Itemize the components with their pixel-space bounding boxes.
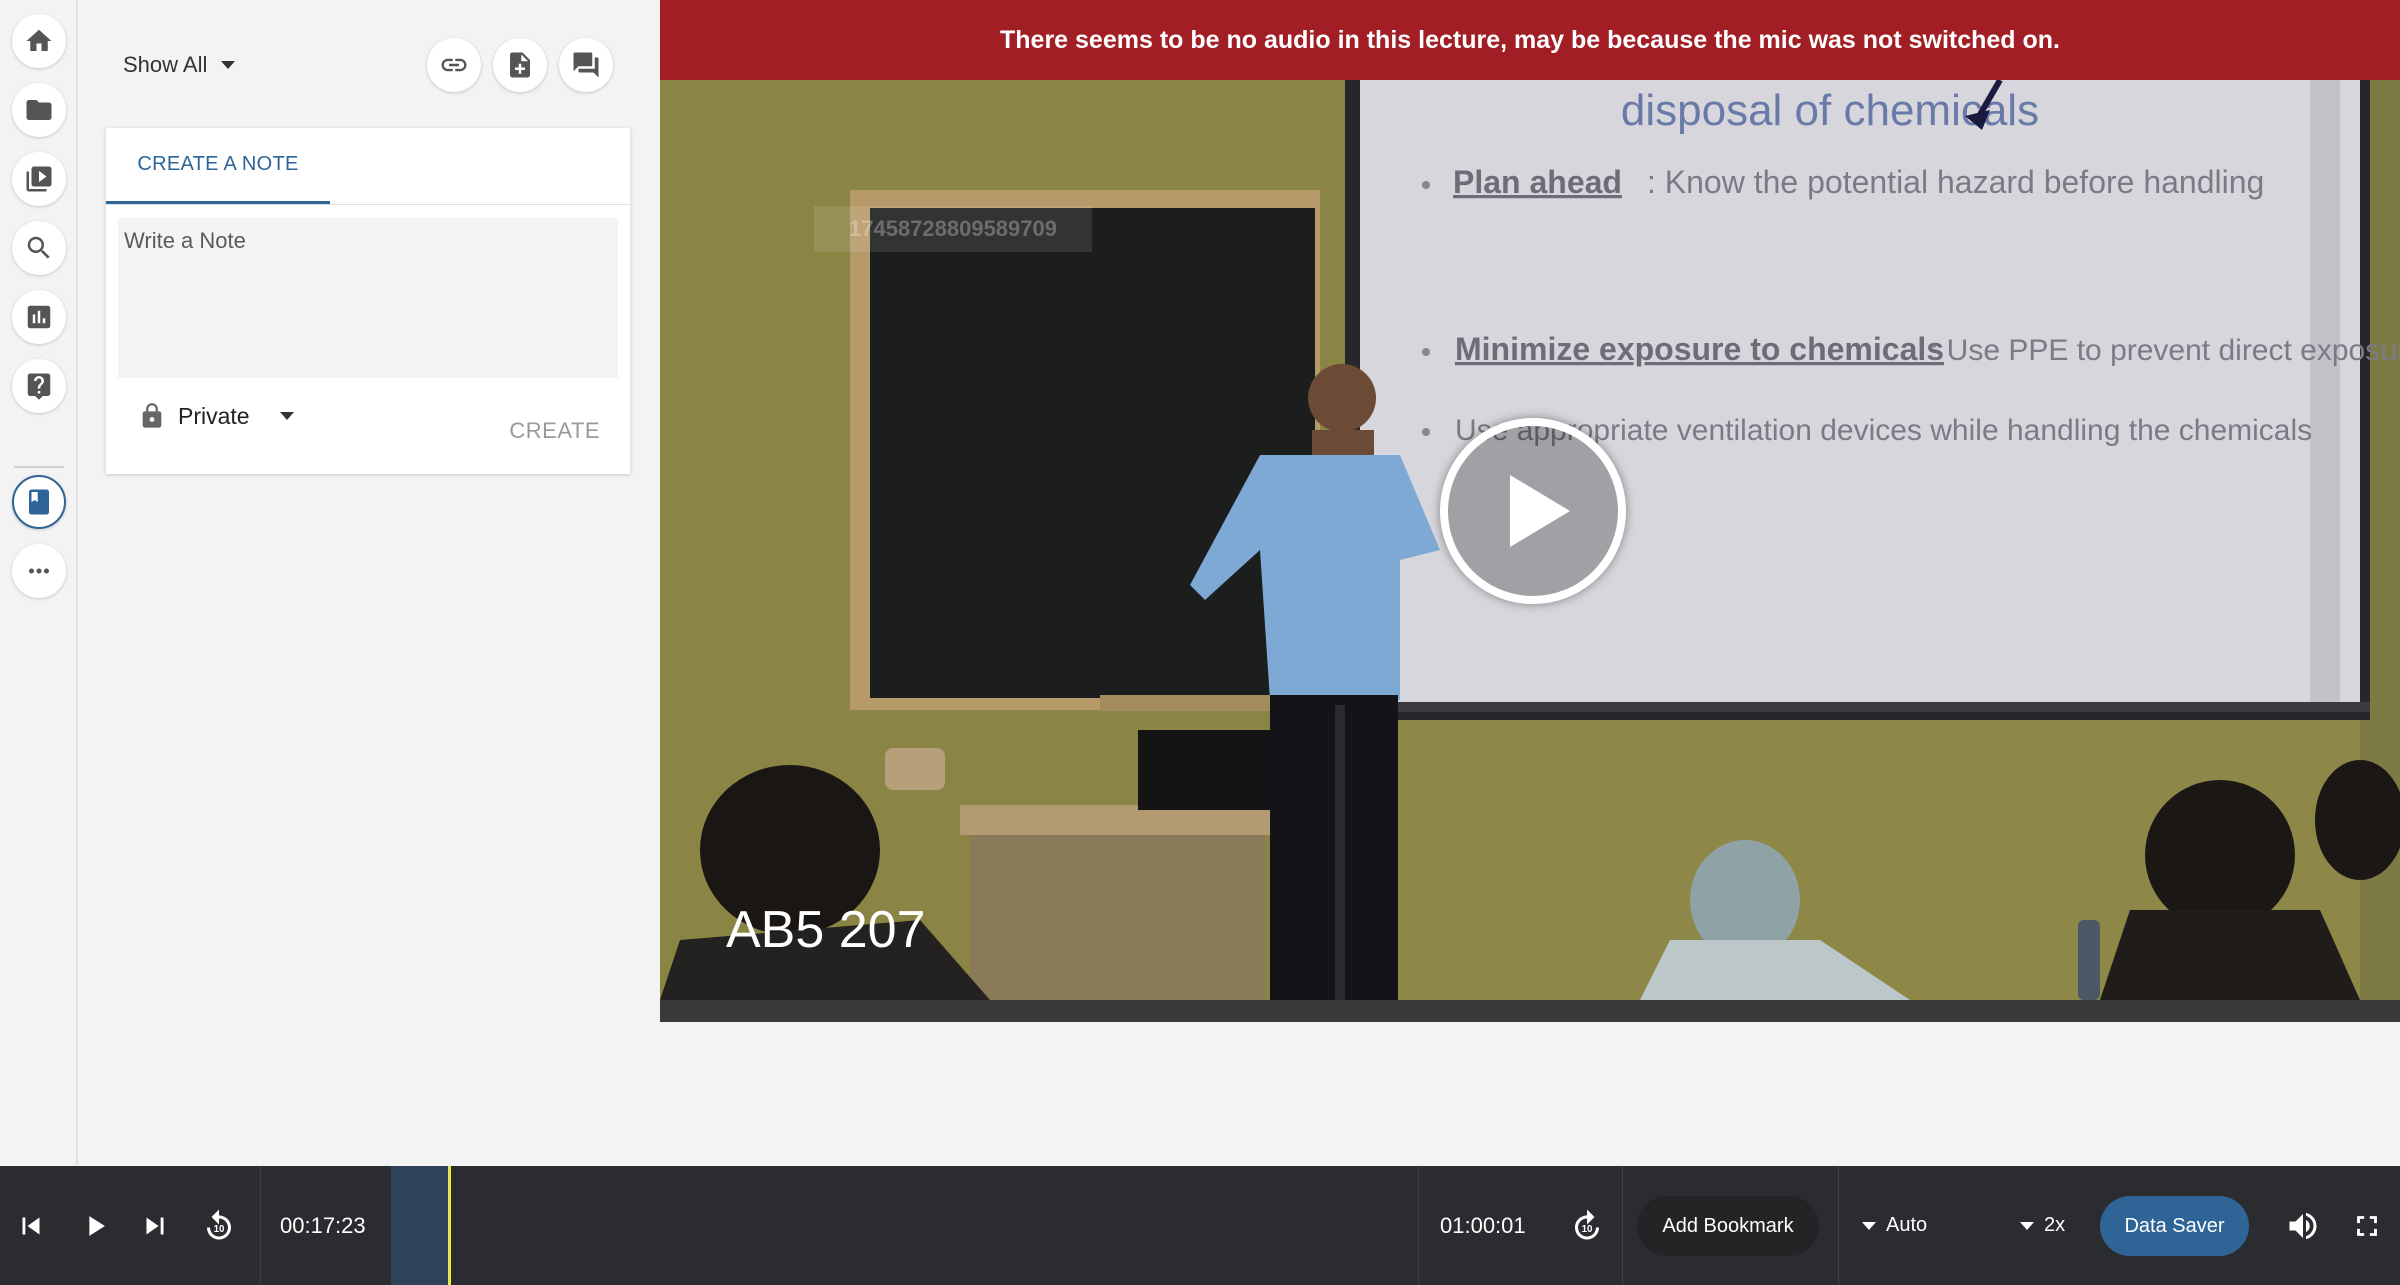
more-icon[interactable]	[12, 544, 66, 598]
slide-item-2-text: : Use PPE to prevent direct exposure to …	[1930, 334, 2400, 367]
notes-filter-label: Show All	[123, 52, 208, 77]
home-icon[interactable]	[12, 14, 66, 68]
controls-divider	[1418, 1166, 1419, 1285]
fullscreen-icon[interactable]	[2344, 1166, 2390, 1285]
search-icon[interactable]	[12, 221, 66, 275]
create-note-card: CREATE A NOTE Private CREATE	[106, 128, 630, 474]
analytics-icon[interactable]	[12, 290, 66, 344]
chevron-down-icon	[1862, 1221, 1876, 1230]
tab-create-note[interactable]: CREATE A NOTE	[106, 128, 330, 204]
volume-icon[interactable]	[2280, 1166, 2326, 1285]
no-audio-banner: There seems to be no audio in this lectu…	[660, 0, 2400, 80]
slide-item-1-text: : Know the potential hazard before handl…	[1647, 164, 2264, 200]
help-icon[interactable]	[12, 359, 66, 413]
slide-item-1-heading: Plan ahead	[1453, 164, 1622, 200]
chevron-down-icon	[2020, 1221, 2034, 1230]
slide-item-2-heading: Minimize exposure to chemicals	[1455, 331, 1944, 367]
room-label: AB5 207	[726, 901, 926, 959]
left-rail	[0, 0, 78, 1165]
add-bookmark-button[interactable]: Add Bookmark	[1637, 1196, 1819, 1256]
forward-seconds: 10	[1582, 1224, 1593, 1235]
folder-icon[interactable]	[12, 83, 66, 137]
rewind-10-icon[interactable]: 10	[196, 1166, 242, 1285]
notes-panel: Show All CREATE A NOTE Private CREATE	[80, 0, 660, 1165]
video-player[interactable]: There seems to be no audio in this lectu…	[660, 0, 2400, 1000]
notes-filter-dropdown[interactable]: Show All	[123, 52, 236, 78]
lock-icon	[142, 403, 162, 428]
current-time: 00:17:23	[280, 1212, 366, 1238]
video-bottom-strip	[660, 1000, 2400, 1022]
rail-divider	[14, 466, 64, 468]
privacy-label: Private	[178, 402, 250, 429]
speed-select[interactable]: 2x	[2020, 1166, 2065, 1285]
rewind-seconds: 10	[214, 1224, 225, 1235]
privacy-dropdown[interactable]: Private	[138, 400, 294, 432]
slide-title: disposal of chemicals	[1621, 86, 2039, 135]
skip-previous-icon[interactable]	[8, 1166, 54, 1285]
speed-value: 2x	[2044, 1214, 2066, 1236]
chevron-down-icon	[279, 412, 294, 420]
forward-10-icon[interactable]: 10	[1564, 1166, 1610, 1285]
video-library-icon[interactable]	[12, 152, 66, 206]
note-input[interactable]	[118, 218, 618, 378]
duration-time: 01:00:01	[1440, 1212, 1526, 1238]
bookmark-icon[interactable]	[12, 475, 66, 529]
user-watermark: 17458728809589709	[814, 206, 1092, 252]
data-saver-button[interactable]: Data Saver	[2100, 1196, 2249, 1256]
chevron-down-icon	[221, 61, 236, 69]
create-button[interactable]: CREATE	[509, 418, 600, 444]
progress-handle[interactable]	[448, 1166, 451, 1285]
skip-next-icon[interactable]	[132, 1166, 178, 1285]
play-overlay-button[interactable]	[1440, 418, 1626, 604]
tab-divider	[106, 204, 630, 205]
progress-bar[interactable]	[391, 1166, 1417, 1285]
controls-divider	[260, 1166, 261, 1285]
forum-icon[interactable]	[559, 38, 613, 92]
progress-fill	[391, 1166, 448, 1285]
play-icon[interactable]	[72, 1166, 118, 1285]
quality-select[interactable]: Auto	[1862, 1166, 1927, 1285]
link-icon[interactable]	[427, 38, 481, 92]
controls-divider	[1838, 1166, 1839, 1285]
quality-value: Auto	[1886, 1214, 1928, 1236]
add-file-icon[interactable]	[493, 38, 547, 92]
controls-divider	[1622, 1166, 1623, 1285]
